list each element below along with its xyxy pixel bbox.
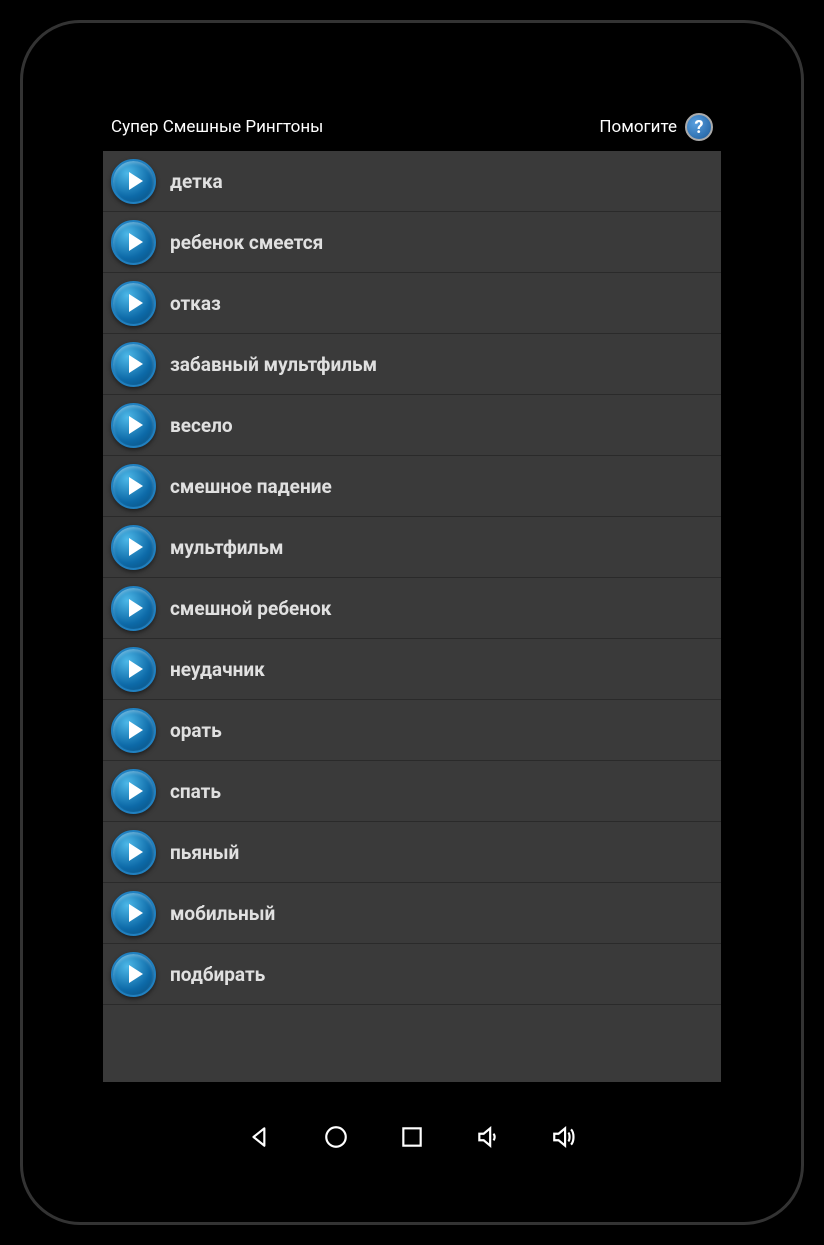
list-item[interactable]: пьяный (103, 822, 721, 883)
list-item[interactable]: смешной ребенок (103, 578, 721, 639)
help-label: Помогите (599, 117, 677, 137)
volume-down-icon[interactable] (475, 1124, 501, 1150)
ringtone-label: отказ (170, 292, 221, 315)
play-triangle-icon (129, 538, 143, 556)
device-frame: Супер Смешные Рингтоны Помогите ? детка р… (20, 20, 804, 1225)
list-item[interactable]: забавный мультфильм (103, 334, 721, 395)
ringtone-label: забавный мультфильм (170, 353, 377, 376)
home-icon[interactable] (323, 1124, 349, 1150)
list-item[interactable]: детка (103, 151, 721, 212)
play-icon[interactable] (111, 769, 156, 814)
ringtone-label: неудачник (170, 658, 265, 681)
volume-up-icon[interactable] (551, 1124, 577, 1150)
device-screen: Супер Смешные Рингтоны Помогите ? детка р… (103, 103, 721, 1082)
ringtone-label: мультфильм (170, 536, 283, 559)
play-triangle-icon (129, 965, 143, 983)
ringtone-label: ребенок смеется (170, 231, 323, 254)
play-icon[interactable] (111, 708, 156, 753)
list-item[interactable]: подбирать (103, 944, 721, 1005)
back-icon[interactable] (247, 1124, 273, 1150)
play-triangle-icon (129, 294, 143, 312)
play-icon[interactable] (111, 220, 156, 265)
play-triangle-icon (129, 477, 143, 495)
ringtone-label: мобильный (170, 902, 275, 925)
list-item[interactable]: неудачник (103, 639, 721, 700)
list-item[interactable]: отказ (103, 273, 721, 334)
play-icon[interactable] (111, 159, 156, 204)
list-item[interactable]: мультфильм (103, 517, 721, 578)
list-item[interactable]: весело (103, 395, 721, 456)
header-right: Помогите ? (599, 113, 713, 141)
ringtone-label: пьяный (170, 841, 239, 864)
list-item[interactable]: ребенок смеется (103, 212, 721, 273)
ringtone-list[interactable]: детка ребенок смеется отказ забавный мультф… (103, 151, 721, 1082)
ringtone-label: подбирать (170, 963, 265, 986)
play-icon[interactable] (111, 342, 156, 387)
play-icon[interactable] (111, 525, 156, 570)
play-triangle-icon (129, 721, 143, 739)
ringtone-label: смешной ребенок (170, 597, 331, 620)
play-triangle-icon (129, 599, 143, 617)
play-icon[interactable] (111, 281, 156, 326)
play-triangle-icon (129, 782, 143, 800)
play-icon[interactable] (111, 952, 156, 997)
list-item[interactable]: мобильный (103, 883, 721, 944)
play-triangle-icon (129, 233, 143, 251)
play-icon[interactable] (111, 586, 156, 631)
play-triangle-icon (129, 172, 143, 190)
list-item[interactable]: спать (103, 761, 721, 822)
ringtone-label: орать (170, 719, 222, 742)
play-icon[interactable] (111, 647, 156, 692)
ringtone-label: смешное падение (170, 475, 332, 498)
list-item[interactable]: смешное падение (103, 456, 721, 517)
play-triangle-icon (129, 355, 143, 373)
play-triangle-icon (129, 660, 143, 678)
app-title: Супер Смешные Рингтоны (111, 117, 323, 137)
app-header: Супер Смешные Рингтоны Помогите ? (103, 103, 721, 151)
ringtone-label: детка (170, 170, 223, 193)
recent-apps-icon[interactable] (399, 1124, 425, 1150)
play-icon[interactable] (111, 891, 156, 936)
ringtone-label: спать (170, 780, 221, 803)
play-icon[interactable] (111, 403, 156, 448)
list-item[interactable]: орать (103, 700, 721, 761)
play-icon[interactable] (111, 464, 156, 509)
help-icon[interactable]: ? (685, 113, 713, 141)
ringtone-label: весело (170, 414, 233, 437)
play-triangle-icon (129, 904, 143, 922)
android-nav-bar (103, 1082, 721, 1162)
play-triangle-icon (129, 843, 143, 861)
play-icon[interactable] (111, 830, 156, 875)
play-triangle-icon (129, 416, 143, 434)
